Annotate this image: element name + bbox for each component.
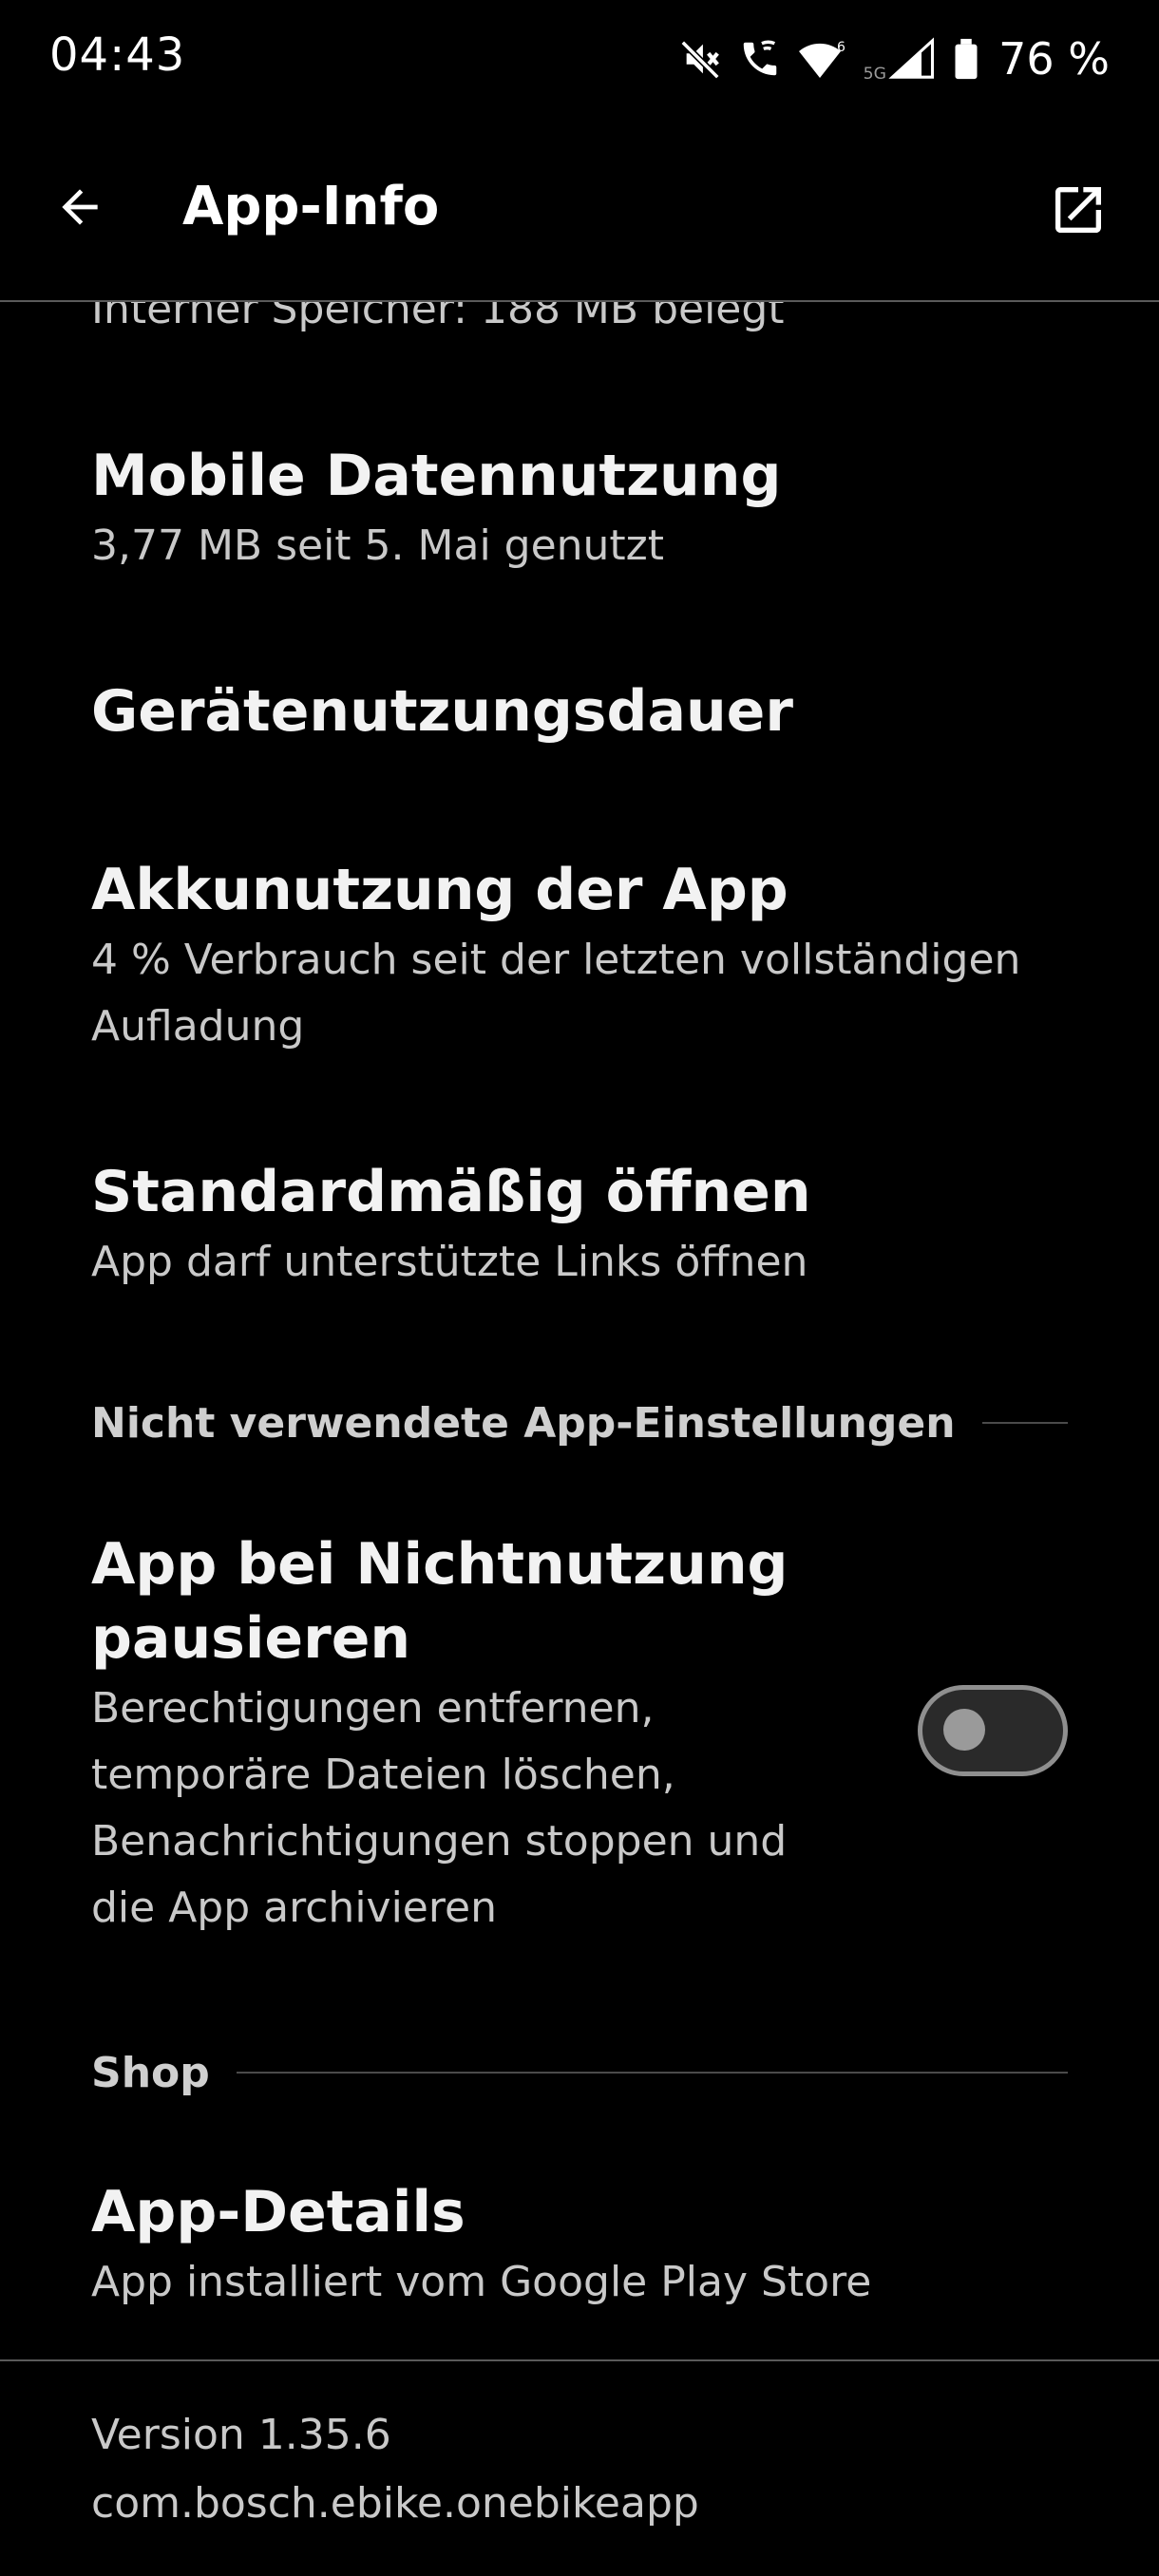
battery-usage-summary-line1: 4 % Verbrauch seit der letzten vollständ… <box>91 936 1021 984</box>
back-button[interactable] <box>49 179 110 239</box>
pause-app-summary-line1: Berechtigungen entfernen, <box>91 1684 655 1733</box>
section-rule <box>236 2072 1068 2074</box>
footer-divider <box>0 2359 1159 2361</box>
pause-app-title-line2: pausieren <box>91 1605 411 1672</box>
open-by-default-item[interactable]: Standardmäßig öffnen App darf unterstütz… <box>91 1155 1070 1296</box>
open-by-default-title: Standardmäßig öffnen <box>91 1159 811 1225</box>
open-external-icon <box>1048 180 1109 244</box>
app-details-item[interactable]: App-Details App installiert vom Google P… <box>91 2175 1070 2316</box>
arrow-back-icon <box>53 180 106 237</box>
page-title: App-Info <box>182 176 440 237</box>
pause-app-summary-line4: die App archivieren <box>91 1884 497 1932</box>
mobile-data-title: Mobile Datennutzung <box>91 443 782 509</box>
mobile-data-summary: 3,77 MB seit 5. Mai genutzt <box>91 521 665 570</box>
pause-app-summary-line2: temporäre Dateien löschen, <box>91 1751 675 1799</box>
app-bar-divider <box>0 300 1159 302</box>
battery-usage-item[interactable]: Akkunutzung der App 4 % Verbrauch seit d… <box>91 853 1070 1060</box>
open-app-button[interactable] <box>1045 179 1112 245</box>
section-label-unused: Nicht verwendete App-Einstellungen <box>91 1398 956 1448</box>
app-bar: App-Info <box>0 123 1159 302</box>
section-label-shop: Shop <box>91 2048 210 2097</box>
version-text: Version 1.35.6 <box>91 2411 391 2459</box>
pause-app-title-line1: App bei Nichtnutzung <box>91 1531 788 1598</box>
battery-usage-summary-line2: Aufladung <box>91 1002 305 1051</box>
section-header-unused-app-settings: Nicht verwendete App-Einstellungen <box>91 1394 1068 1451</box>
section-rule <box>981 1422 1068 1424</box>
section-header-shop: Shop <box>91 2044 1068 2101</box>
app-details-summary: App installiert vom Google Play Store <box>91 2258 872 2306</box>
screen-time-title: Gerätenutzungsdauer <box>91 678 793 745</box>
pause-app-toggle[interactable] <box>918 1685 1068 1776</box>
mobile-data-item[interactable]: Mobile Datennutzung 3,77 MB seit 5. Mai … <box>91 439 1070 579</box>
pause-app-item[interactable]: App bei Nichtnutzung pausieren Berechtig… <box>91 1527 908 1941</box>
toggle-knob <box>943 1709 985 1751</box>
version-info: Version 1.35.6 com.bosch.ebike.onebikeap… <box>91 2401 699 2538</box>
battery-usage-title: Akkunutzung der App <box>91 857 788 923</box>
pause-app-summary-line3: Benachrichtigungen stoppen und <box>91 1817 788 1866</box>
screen-time-item[interactable]: Gerätenutzungsdauer <box>91 674 1070 748</box>
app-details-title: App-Details <box>91 2179 466 2245</box>
open-by-default-summary: App darf unterstützte Links öffnen <box>91 1238 808 1286</box>
app-info-list[interactable]: Interner Speicher: 188 MB belegt Mobile … <box>0 0 1159 2576</box>
package-name: com.bosch.ebike.onebikeapp <box>91 2479 699 2528</box>
